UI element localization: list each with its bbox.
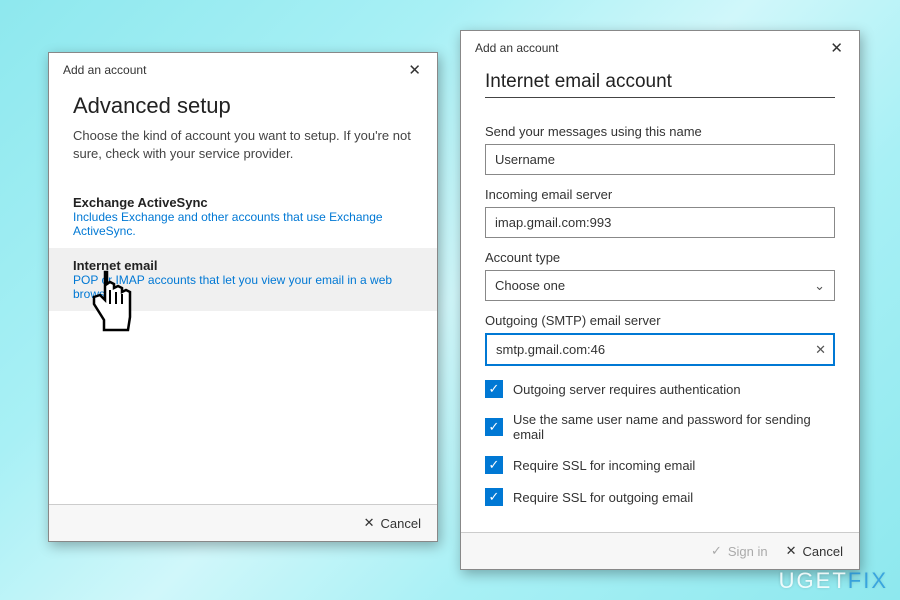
dialog-header: Add an account ✕	[49, 53, 437, 87]
checkbox-label: Use the same user name and password for …	[513, 412, 835, 442]
hand-cursor-icon	[80, 262, 150, 347]
cancel-button[interactable]: ✕ Cancel	[364, 515, 421, 531]
signin-label: Sign in	[728, 544, 768, 559]
chevron-down-icon: ⌄	[814, 278, 825, 294]
account-type-select[interactable]: Choose one ⌄	[485, 270, 835, 301]
description-text: Choose the kind of account you want to s…	[73, 127, 413, 163]
dialog-footer: ✕ Cancel	[49, 504, 437, 541]
dialog-footer: ✓ Sign in ✕ Cancel	[461, 532, 859, 569]
watermark: UGETFIX	[779, 568, 888, 594]
name-label: Send your messages using this name	[485, 124, 835, 139]
checkbox-ssl-outgoing[interactable]: ✓ Require SSL for outgoing email	[485, 488, 835, 506]
checkbox-outgoing-auth[interactable]: ✓ Outgoing server requires authenticatio…	[485, 380, 835, 398]
cancel-button[interactable]: ✕ Cancel	[786, 543, 843, 559]
page-title: Advanced setup	[73, 93, 413, 119]
checkbox-ssl-incoming[interactable]: ✓ Require SSL for incoming email	[485, 456, 835, 474]
signin-button[interactable]: ✓ Sign in	[711, 543, 768, 559]
select-value: Choose one	[485, 270, 835, 301]
section-heading: Internet email account	[485, 71, 835, 98]
outgoing-label: Outgoing (SMTP) email server	[485, 313, 835, 328]
checkbox-label: Outgoing server requires authentication	[513, 382, 741, 397]
cancel-label: Cancel	[803, 544, 843, 559]
option-exchange-activesync[interactable]: Exchange ActiveSync Includes Exchange an…	[49, 185, 437, 248]
watermark-a: UGET	[779, 568, 848, 593]
checkmark-icon: ✓	[485, 418, 503, 436]
dialog-body: Internet email account Send your message…	[461, 65, 859, 516]
account-type-label: Account type	[485, 250, 835, 265]
option-desc: Includes Exchange and other accounts tha…	[73, 210, 413, 238]
incoming-server-input[interactable]	[485, 207, 835, 238]
close-icon[interactable]: ✕	[402, 59, 427, 81]
checkmark-icon: ✓	[485, 456, 503, 474]
close-icon[interactable]: ✕	[824, 37, 849, 59]
checkmark-icon: ✓	[485, 488, 503, 506]
checkmark-icon: ✓	[485, 380, 503, 398]
checkbox-same-credentials[interactable]: ✓ Use the same user name and password fo…	[485, 412, 835, 442]
close-icon: ✕	[364, 515, 375, 531]
outgoing-server-input[interactable]	[485, 333, 835, 366]
checkbox-label: Require SSL for outgoing email	[513, 490, 693, 505]
cancel-label: Cancel	[381, 516, 421, 531]
clear-input-icon[interactable]: ✕	[815, 342, 826, 358]
name-input[interactable]	[485, 144, 835, 175]
dialog-title: Add an account	[475, 41, 558, 55]
dialog-header: Add an account ✕	[461, 31, 859, 65]
incoming-label: Incoming email server	[485, 187, 835, 202]
dialog-title: Add an account	[63, 63, 146, 77]
checkbox-label: Require SSL for incoming email	[513, 458, 695, 473]
checkmark-icon: ✓	[711, 543, 722, 559]
close-icon: ✕	[786, 543, 797, 559]
watermark-b: FIX	[848, 568, 888, 593]
internet-email-dialog: Add an account ✕ Internet email account …	[460, 30, 860, 570]
option-title: Exchange ActiveSync	[73, 195, 413, 210]
